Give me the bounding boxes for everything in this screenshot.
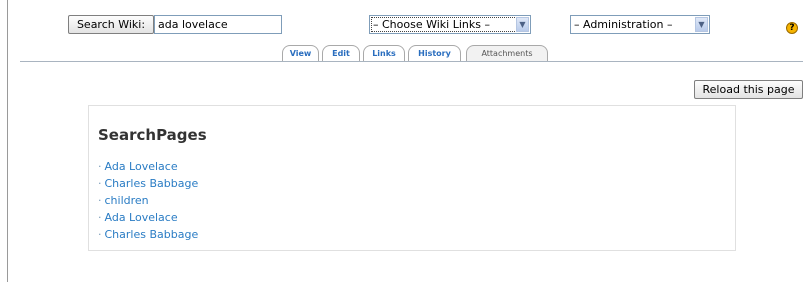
reload-page-button[interactable]: Reload this page <box>694 80 803 99</box>
bullet: · <box>98 211 102 224</box>
list-item: · Ada Lovelace <box>98 210 198 227</box>
wiki-links-selected: – Choose Wiki Links – <box>373 18 490 31</box>
search-input[interactable]: ada lovelace <box>154 15 282 34</box>
chevron-down-icon[interactable]: ▼ <box>516 17 529 32</box>
results-list: · Ada Lovelace · Charles Babbage · children… <box>98 159 198 244</box>
tab-view[interactable]: View <box>282 45 319 62</box>
list-item: · children <box>98 193 198 210</box>
bullet: · <box>98 177 102 190</box>
bullet: · <box>98 160 102 173</box>
tab-divider <box>20 61 803 62</box>
page-title: SearchPages <box>98 126 207 144</box>
tab-history[interactable]: History <box>408 45 461 62</box>
list-item: · Charles Babbage <box>98 176 198 193</box>
search-wiki-button[interactable]: Search Wiki: <box>68 15 154 34</box>
administration-select[interactable]: – Administration – ▼ <box>570 15 710 34</box>
result-link[interactable]: Ada Lovelace <box>105 160 178 173</box>
result-link[interactable]: Ada Lovelace <box>105 211 178 224</box>
wiki-links-select[interactable]: – Choose Wiki Links – ▼ <box>369 15 531 34</box>
chevron-down-icon[interactable]: ▼ <box>695 17 708 32</box>
result-link[interactable]: children <box>105 194 149 207</box>
help-icon[interactable]: ? <box>786 22 798 34</box>
top-toolbar: Search Wiki: ada lovelace – Choose Wiki … <box>0 0 808 52</box>
result-link[interactable]: Charles Babbage <box>105 177 199 190</box>
administration-selected: – Administration – <box>574 18 673 31</box>
result-link[interactable]: Charles Babbage <box>105 228 199 241</box>
tab-attachments[interactable]: Attachments <box>466 45 548 62</box>
tab-links[interactable]: Links <box>363 45 405 62</box>
bullet: · <box>98 194 102 207</box>
list-item: · Ada Lovelace <box>98 159 198 176</box>
list-item: · Charles Babbage <box>98 227 198 244</box>
search-results-panel: SearchPages · Ada Lovelace · Charles Babba… <box>88 105 736 251</box>
bullet: · <box>98 228 102 241</box>
tab-edit[interactable]: Edit <box>322 45 360 62</box>
